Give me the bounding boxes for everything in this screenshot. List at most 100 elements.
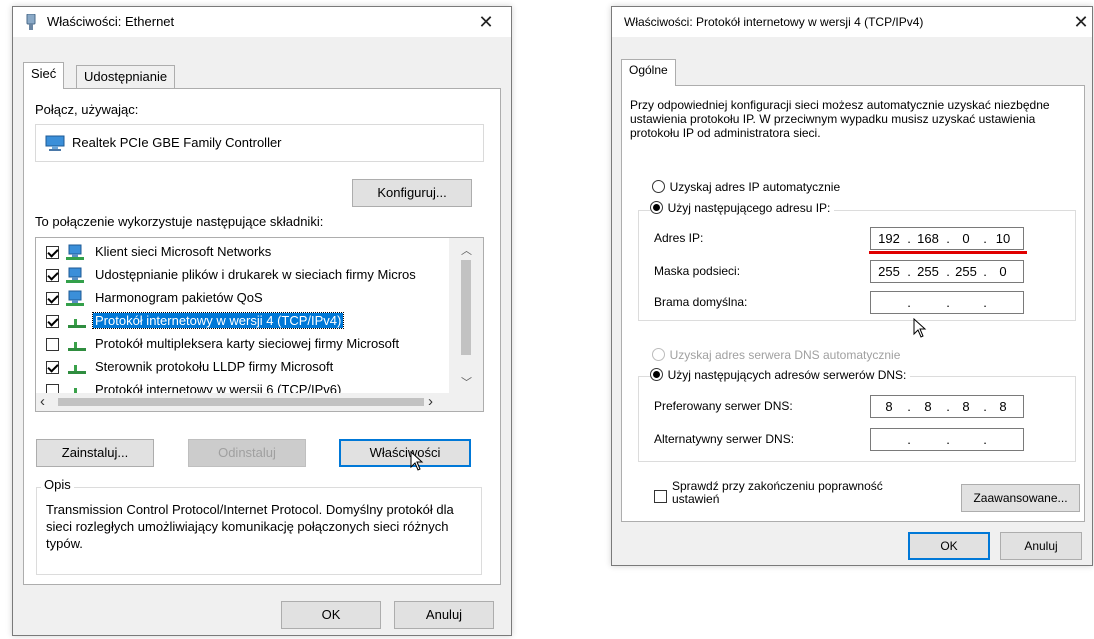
ipv4-properties-dialog: Właściwości: Protokół internetowy w wers… [611, 6, 1093, 566]
components-list[interactable]: Klient sieci Microsoft Networks Udostępn… [35, 237, 484, 412]
scroll-thumb[interactable] [461, 260, 471, 355]
subnet-mask-label: Maska podsieci: [654, 264, 741, 278]
network-share-icon [66, 267, 88, 283]
component-label: Protokół internetowy w wersji 6 (TCP/IPv… [95, 382, 342, 393]
ip-address-input[interactable]: 192 . 168 . 0 . 10 [870, 227, 1024, 250]
ok-button[interactable]: OK [281, 601, 381, 629]
components-label: To połączenie wykorzystuje następujące s… [35, 214, 324, 229]
list-item[interactable]: Protokół multipleksera karty sieciowej f… [36, 333, 449, 356]
manual-ip-label: Użyj następującego adresu IP: [667, 200, 831, 215]
auto-ip-radio[interactable]: Uzyskaj adres IP automatycznie [652, 178, 840, 194]
tab-general[interactable]: Ogólne [621, 59, 676, 86]
radio-button[interactable] [652, 180, 665, 194]
close-icon[interactable]: ✕ [1068, 9, 1094, 35]
ip-octet: 8 [999, 399, 1007, 414]
ip-octet: 8 [885, 399, 893, 414]
scroll-left-icon[interactable]: ‹ [40, 393, 45, 410]
tab-panel: Przy odpowiedniej konfiguracji sieci moż… [621, 85, 1085, 522]
list-item[interactable]: Klient sieci Microsoft Networks [36, 241, 449, 264]
component-checkbox[interactable] [46, 384, 59, 393]
dialog-title: Właściwości: Ethernet [47, 14, 175, 29]
radio-button[interactable] [652, 348, 665, 362]
gateway-label: Brama domyślna: [654, 295, 748, 309]
manual-ip-radio[interactable]: Użyj następującego adresu IP: [650, 199, 835, 215]
preferred-dns-input[interactable]: 8 . 8 . 8 . 8 [870, 395, 1024, 418]
alternate-dns-input[interactable]: . . . [870, 428, 1024, 451]
ip-octet: 8 [962, 399, 970, 414]
scroll-thumb-horizontal[interactable] [58, 398, 424, 406]
title-bar[interactable]: Właściwości: Protokół internetowy w wers… [612, 7, 1092, 37]
ip-octet: 192 [878, 231, 900, 246]
red-underline-annotation [869, 251, 1027, 254]
scroll-up-icon[interactable]: ︿ [458, 242, 475, 258]
scroll-right-icon[interactable]: › [428, 393, 433, 410]
protocol-icon [66, 336, 88, 352]
uninstall-button[interactable]: Odinstaluj [188, 439, 306, 467]
list-item[interactable]: Protokół internetowy w wersji 6 (TCP/IPv… [36, 379, 449, 393]
ip-octet: 0 [962, 231, 970, 246]
component-checkbox[interactable] [46, 315, 59, 328]
auto-dns-radio[interactable]: Uzyskaj adres serwera DNS automatycznie [652, 346, 900, 362]
ip-octet: 255 [955, 264, 977, 279]
vertical-scrollbar[interactable]: ︿ ﹀ [449, 238, 483, 393]
properties-button[interactable]: Właściwości [339, 439, 471, 467]
auto-ip-label: Uzyskaj adres IP automatycznie [669, 179, 841, 194]
component-label: Harmonogram pakietów QoS [95, 290, 263, 305]
ip-octet: 0 [999, 264, 1007, 279]
mouse-cursor-icon [410, 450, 424, 474]
component-checkbox[interactable] [46, 292, 59, 305]
tab-panel: Połącz, używając: Realtek PCIe GBE Famil… [23, 88, 501, 585]
scroll-down-icon[interactable]: ﹀ [458, 374, 475, 390]
ip-octet: 8 [924, 399, 932, 414]
list-item[interactable]: Harmonogram pakietów QoS [36, 287, 449, 310]
component-checkbox[interactable] [46, 361, 59, 374]
ip-dot: . [907, 399, 911, 414]
close-icon[interactable]: ✕ [473, 9, 499, 35]
advanced-button[interactable]: Zaawansowane... [961, 484, 1080, 512]
network-service-icon [66, 290, 88, 306]
tab-network[interactable]: Sieć [23, 62, 65, 89]
component-checkbox[interactable] [46, 338, 59, 351]
radio-button[interactable] [650, 201, 663, 215]
component-label: Udostępnianie plików i drukarek w siecia… [95, 267, 416, 282]
manual-dns-radio[interactable]: Użyj następujących adresów serwerów DNS: [650, 366, 911, 382]
list-item[interactable]: Protokół internetowy w wersji 4 (TCP/IPv… [36, 310, 449, 333]
gateway-input[interactable]: . . . [870, 291, 1024, 314]
connect-using-label: Połącz, używając: [35, 102, 139, 117]
configure-button[interactable]: Konfiguruj... [352, 179, 472, 207]
install-button[interactable]: Zainstaluj... [36, 439, 154, 467]
manual-dns-label: Użyj następujących adresów serwerów DNS: [667, 367, 907, 382]
components-viewport: Klient sieci Microsoft Networks Udostępn… [36, 238, 449, 393]
alternate-dns-label: Alternatywny serwer DNS: [654, 432, 795, 446]
ip-dot: . [907, 295, 911, 310]
preferred-dns-label: Preferowany serwer DNS: [654, 399, 793, 413]
ip-octet: 255 [878, 264, 900, 279]
intro-text: Przy odpowiedniej konfiguracji sieci moż… [630, 98, 1050, 140]
ip-octet: 255 [917, 264, 939, 279]
component-checkbox[interactable] [46, 246, 59, 259]
ip-octet: 168 [917, 231, 939, 246]
ip-dot: . [907, 432, 911, 447]
description-text: Transmission Control Protocol/Internet P… [46, 502, 454, 551]
horizontal-scrollbar[interactable]: ‹ › [36, 393, 483, 411]
ok-button[interactable]: OK [908, 532, 990, 560]
ip-dot: . [946, 432, 950, 447]
adapter-box: Realtek PCIe GBE Family Controller [35, 124, 484, 162]
list-item[interactable]: Udostępnianie plików i drukarek w siecia… [36, 264, 449, 287]
subnet-mask-input[interactable]: 255 . 255 . 255 . 0 [870, 260, 1024, 283]
protocol-icon [66, 313, 88, 329]
validate-checkbox[interactable] [654, 490, 667, 504]
radio-button[interactable] [650, 368, 663, 382]
list-item[interactable]: Sterownik protokołu LLDP firmy Microsoft [36, 356, 449, 379]
cancel-button[interactable]: Anuluj [1000, 532, 1082, 560]
cancel-button[interactable]: Anuluj [394, 601, 494, 629]
component-checkbox[interactable] [46, 269, 59, 282]
component-label: Klient sieci Microsoft Networks [95, 244, 272, 259]
tab-sharing[interactable]: Udostępnianie [76, 65, 176, 89]
component-label: Protokół internetowy w wersji 4 (TCP/IPv… [91, 312, 345, 329]
ethernet-properties-dialog: Właściwości: Ethernet ✕ Sieć Udostępnian… [12, 6, 512, 636]
ip-dot: . [907, 264, 911, 279]
title-bar[interactable]: Właściwości: Ethernet ✕ [13, 7, 511, 37]
component-label: Sterownik protokołu LLDP firmy Microsoft [95, 359, 334, 374]
protocol-icon [66, 382, 88, 393]
